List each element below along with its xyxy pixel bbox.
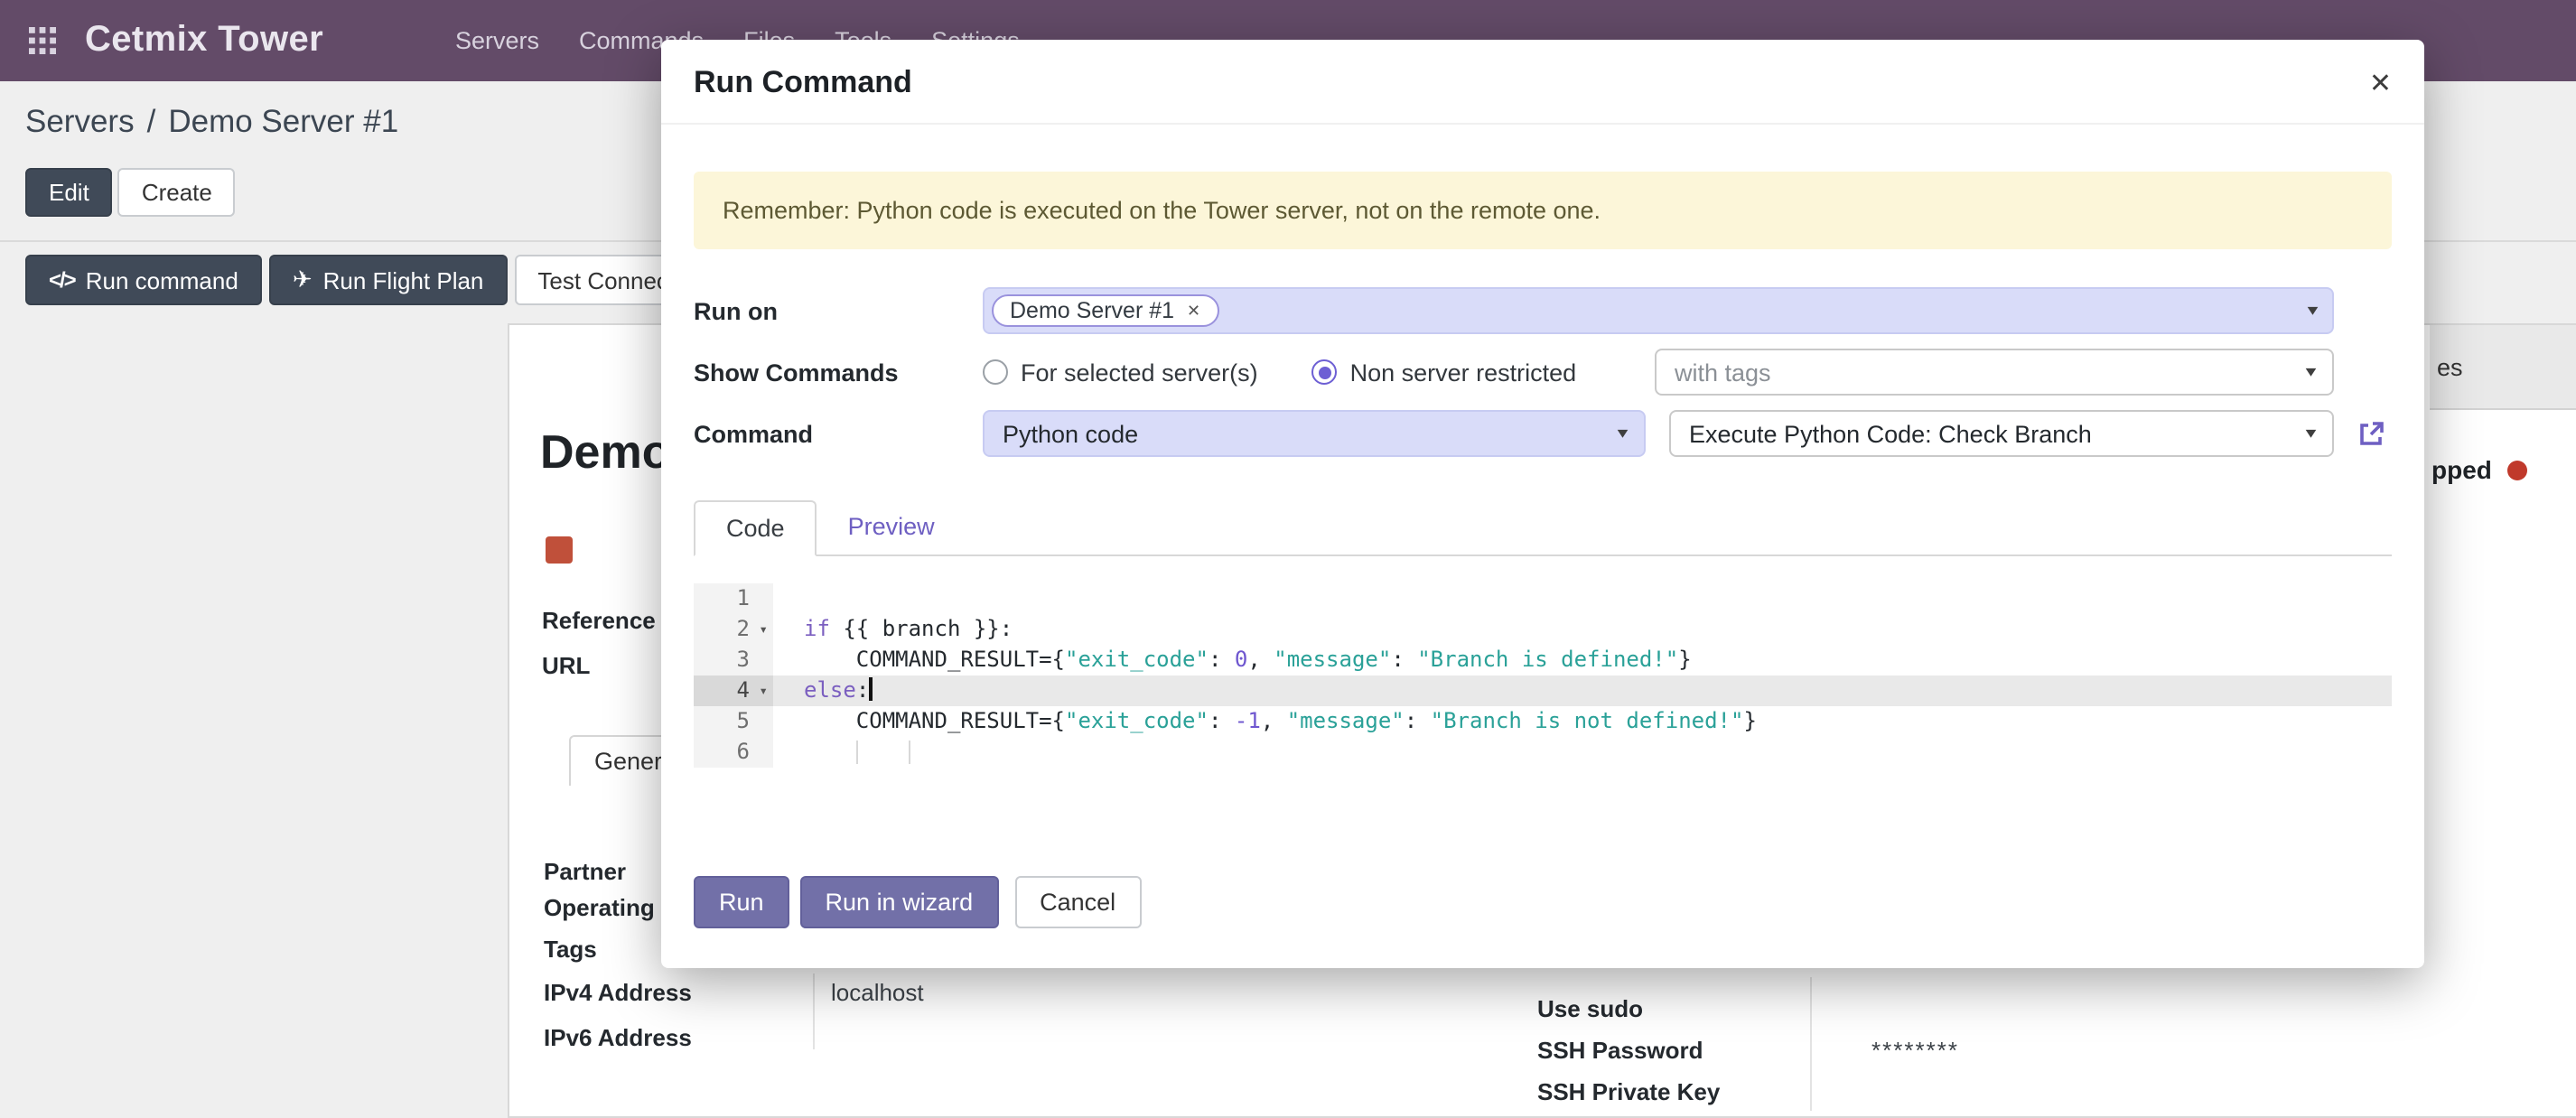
column-divider-right <box>1810 977 1812 1111</box>
tab-preview[interactable]: Preview <box>817 500 966 554</box>
editor-tabs: Code Preview <box>694 500 2392 556</box>
code-editor[interactable]: 12▾34▾56 if {{ branch }}: COMMAND_RESULT… <box>694 583 2392 768</box>
apps-grid-icon[interactable] <box>25 24 58 57</box>
tab-fragment[interactable]: es <box>2437 353 2463 380</box>
server-status: pped <box>2431 455 2528 484</box>
python-warning-alert: Remember: Python code is executed on the… <box>694 172 2392 249</box>
with-tags-dropdown[interactable]: with tags ▾ <box>1655 349 2334 396</box>
gutter-line-2[interactable]: 2▾ <box>694 614 773 645</box>
server-color-swatch[interactable] <box>546 536 573 564</box>
record-actions: Edit Create <box>25 168 236 217</box>
radio-for-selected-servers-label[interactable]: For selected server(s) <box>1021 359 1258 386</box>
url-label: URL <box>542 652 590 679</box>
code-line-4: else: <box>773 675 2392 706</box>
modal-title: Run Command <box>694 65 912 101</box>
gutter-line-4[interactable]: 4▾ <box>694 675 773 706</box>
run-button[interactable]: Run <box>694 876 789 928</box>
run-command-button[interactable]: </> Run command <box>25 255 262 305</box>
code-line-2: if {{ branch }}: <box>773 614 2392 645</box>
code-icon: </> <box>49 267 75 293</box>
run-on-input[interactable]: Demo Server #1 ✕ ▾ <box>983 287 2334 334</box>
code-fold-icon[interactable]: ▾ <box>759 614 768 645</box>
server-action-buttons: </> Run command ✈ Run Flight Plan Test C… <box>25 255 731 305</box>
gutter-line-1: 1 <box>694 583 773 614</box>
command-type-caret-icon: ▾ <box>1619 424 1629 443</box>
tags-label: Tags <box>544 936 597 963</box>
command-caret-icon: ▾ <box>2307 424 2318 443</box>
show-commands-row: Show Commands For selected server(s) Non… <box>694 349 2392 396</box>
run-command-modal: Run Command ✕ Remember: Python code is e… <box>661 40 2424 968</box>
remove-tag-icon[interactable]: ✕ <box>1187 301 1200 321</box>
breadcrumb-servers[interactable]: Servers <box>25 103 135 141</box>
close-icon[interactable]: ✕ <box>2369 70 2392 97</box>
code-fold-icon[interactable]: ▾ <box>759 675 768 706</box>
radio-non-server-restricted[interactable] <box>1312 359 1338 385</box>
gutter-line-6: 6 <box>694 737 773 768</box>
edit-button[interactable]: Edit <box>25 168 113 217</box>
operating-system-label: Operating <box>544 894 655 921</box>
tab-code[interactable]: Code <box>694 500 817 556</box>
show-commands-label: Show Commands <box>694 359 983 386</box>
gutter-line-3: 3 <box>694 645 773 675</box>
column-divider-left <box>813 974 815 1049</box>
run-command-form: Run on Demo Server #1 ✕ ▾ Show Command <box>694 287 2392 457</box>
code-line-5: COMMAND_RESULT={"exit_code": -1, "messag… <box>773 706 2392 737</box>
server-tag[interactable]: Demo Server #1 ✕ <box>992 294 1218 327</box>
editor-code-area: if {{ branch }}: COMMAND_RESULT={"exit_c… <box>773 583 2392 768</box>
indent-guide <box>856 741 858 764</box>
code-line-1 <box>773 583 2392 614</box>
editor-gutter: 12▾34▾56 <box>694 583 773 768</box>
ipv4-label: IPv4 Address <box>544 979 692 1006</box>
use-sudo-label: Use sudo <box>1537 995 1643 1022</box>
with-tags-caret-icon: ▾ <box>2307 362 2318 382</box>
run-on-row: Run on Demo Server #1 ✕ ▾ <box>694 287 2392 334</box>
indent-guide <box>908 741 910 764</box>
command-label: Command <box>694 420 983 447</box>
run-in-wizard-button[interactable]: Run in wizard <box>800 876 999 928</box>
radio-for-selected-servers[interactable] <box>983 359 1008 385</box>
run-on-label: Run on <box>694 297 983 324</box>
ipv6-label: IPv6 Address <box>544 1024 692 1051</box>
code-line-3: COMMAND_RESULT={"exit_code": 0, "message… <box>773 645 2392 675</box>
app-root: Cetmix Tower Servers Commands Files Tool… <box>0 0 2576 1118</box>
code-line-6 <box>773 737 2392 768</box>
text-cursor <box>869 677 873 701</box>
modal-footer: Run Run in wizard Cancel <box>661 876 2424 968</box>
cancel-button[interactable]: Cancel <box>1014 876 1141 928</box>
command-select[interactable]: Execute Python Code: Check Branch ▾ <box>1669 410 2334 457</box>
command-row: Command Python code ▾ Execute Python Cod… <box>694 410 2392 457</box>
run-on-fieldwrap: Demo Server #1 ✕ ▾ <box>983 287 2334 334</box>
status-stopped-dot <box>2508 460 2528 480</box>
ssh-password-value: ******** <box>1871 1037 1959 1064</box>
app-title: Cetmix Tower <box>85 20 323 61</box>
reference-label: Reference <box>542 607 656 634</box>
ssh-private-key-label: SSH Private Key <box>1537 1078 1720 1105</box>
open-command-external-link-icon[interactable] <box>2356 418 2386 449</box>
server-heading-fragment: Demo <box>540 424 671 480</box>
create-button[interactable]: Create <box>118 168 236 217</box>
run-flight-plan-button[interactable]: ✈ Run Flight Plan <box>269 255 508 305</box>
partner-label: Partner <box>544 858 626 885</box>
breadcrumb: Servers / Demo Server #1 <box>25 103 398 141</box>
breadcrumb-current: Demo Server #1 <box>168 103 398 141</box>
nav-item-servers[interactable]: Servers <box>455 27 539 54</box>
flight-plan-icon: ✈ <box>293 266 313 294</box>
modal-header: Run Command ✕ <box>661 40 2424 125</box>
ipv4-value: localhost <box>831 979 924 1006</box>
modal-body: Remember: Python code is executed on the… <box>661 125 2424 876</box>
ssh-password-label: SSH Password <box>1537 1037 1703 1064</box>
show-commands-fieldwrap: For selected server(s) Non server restri… <box>983 349 2334 396</box>
breadcrumb-separator: / <box>147 103 156 141</box>
run-on-caret-icon[interactable]: ▾ <box>2309 301 2319 321</box>
command-type-select[interactable]: Python code ▾ <box>983 410 1646 457</box>
radio-non-server-restricted-label[interactable]: Non server restricted <box>1350 359 1577 386</box>
gutter-line-5: 5 <box>694 706 773 737</box>
status-text-fragment: pped <box>2431 455 2492 484</box>
card-subheader-strip: es <box>2430 325 2576 410</box>
